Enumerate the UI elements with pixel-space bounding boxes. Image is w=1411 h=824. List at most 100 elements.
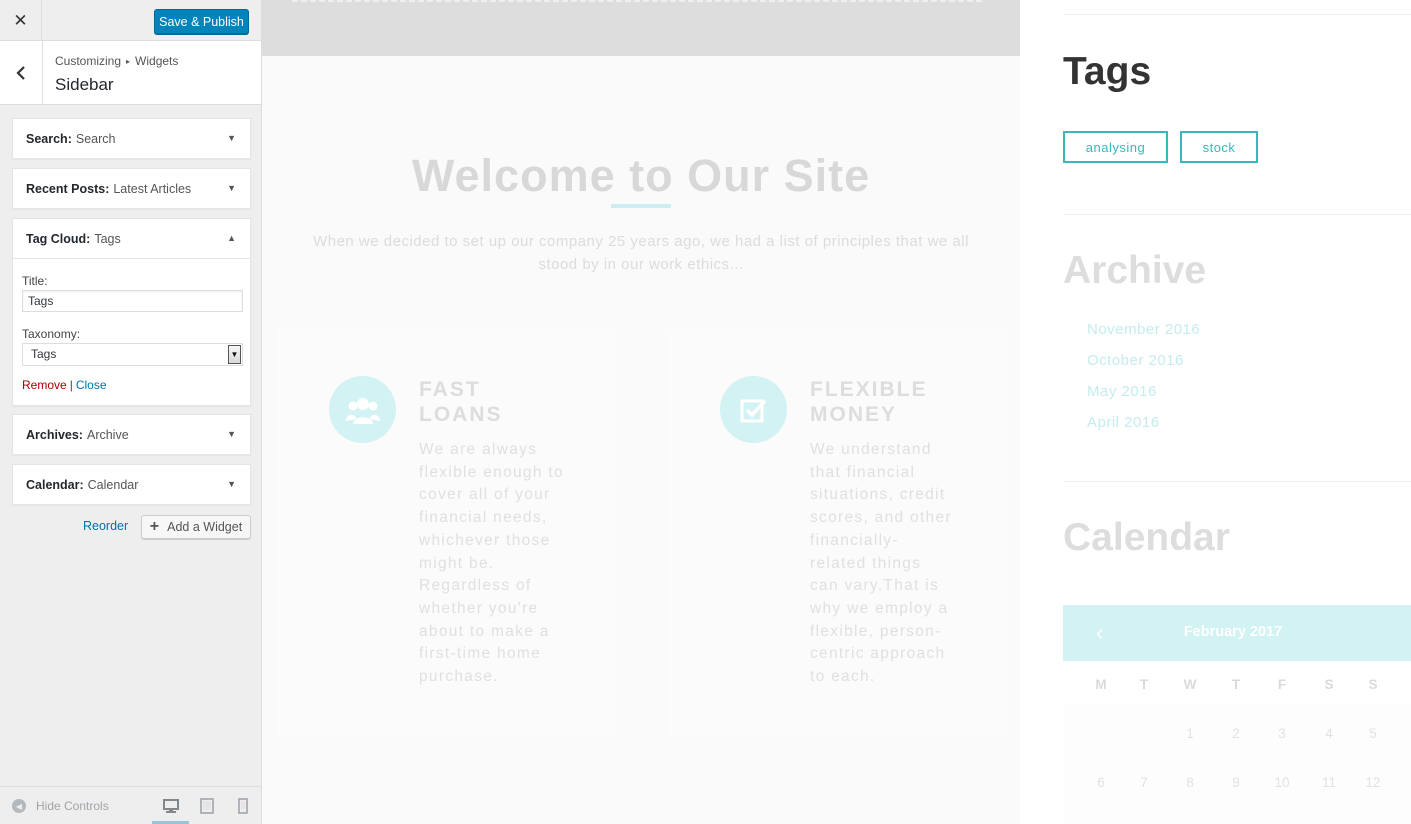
widget-tag-cloud: Tag Cloud:Tags ▲ Title: Taxonomy: Tags ▼… [12,218,251,406]
divider [1063,14,1411,15]
widget-header[interactable]: Search: Search ▼ [13,119,250,158]
close-customizer-button[interactable]: ✕ [0,0,42,41]
archive-link[interactable]: April 2016 [1087,414,1160,431]
section-title: Sidebar [55,75,114,94]
close-icon: ✕ [13,10,28,30]
feature-card: FLEXIBLE MONEY We understand that financ… [667,329,1007,736]
widget-type: Archives: [26,427,83,442]
add-widget-button[interactable]: + Add a Widget [141,515,251,539]
taxonomy-label: Taxonomy: [22,327,81,341]
divider [1063,214,1411,215]
calendar-day: 6 [1097,775,1105,790]
weekday-label: S [1324,677,1334,692]
calendar-day: 2 [1232,726,1240,741]
hero-text-fragment [292,0,982,2]
widget-search: Search: Search ▼ [12,118,251,159]
taxonomy-select[interactable]: Tags ▼ [22,343,243,366]
weekday-label: T [1139,677,1149,692]
feature-text: We are always flexible enough to cover a… [419,441,564,686]
dropdown-arrow-icon[interactable]: ▼ [228,345,241,364]
calendar-header: ‹ February 2017 [1063,605,1411,661]
widget-recent-posts: Recent Posts: Latest Articles ▼ [12,168,251,209]
chevron-left-icon [16,65,25,80]
site-preview: Welcome to Our Site When we decided to s… [262,0,1411,824]
users-icon [345,397,380,424]
archive-link[interactable]: May 2016 [1087,383,1157,400]
tag-link[interactable]: stock [1180,131,1258,163]
title-input[interactable] [22,290,243,312]
checkbox-icon [740,399,766,422]
close-link[interactable]: Close [76,378,107,392]
tag-link[interactable]: analysing [1063,131,1168,163]
plus-icon: + [149,518,160,535]
title-label: Title: [22,274,48,288]
tablet-preview-icon[interactable] [198,797,216,815]
back-button[interactable] [0,41,43,104]
archive-link[interactable]: November 2016 [1087,321,1200,338]
breadcrumb: Customizing ▸ Widgets [55,54,178,68]
widget-type: Tag Cloud: [26,231,91,246]
widget-header[interactable]: Recent Posts: Latest Articles ▼ [13,169,250,208]
widget-name: Calendar [87,477,139,492]
calendar-day: 3 [1278,726,1286,741]
widget-header[interactable]: Calendar: Calendar ▼ [13,465,250,504]
feature-title: FAST LOANS [419,378,503,426]
calendar-day: 7 [1140,775,1148,790]
customizer-panel: ✕ Save & Publish Customizing ▸ Widgets Sid… [0,0,262,824]
expand-arrow-icon[interactable]: ▼ [227,133,236,143]
hero-banner [262,0,1020,56]
expand-arrow-icon[interactable]: ▼ [227,429,236,439]
main-content: Welcome to Our Site When we decided to s… [262,56,1020,824]
title-underline [611,204,671,208]
expand-arrow-icon[interactable]: ▼ [227,183,236,193]
calendar-day: 4 [1325,726,1333,741]
widget-type: Search: [26,131,72,146]
save-publish-button[interactable]: Save & Publish [154,9,249,34]
collapse-arrow-icon[interactable]: ▲ [227,233,236,243]
widget-name: Latest Articles [113,181,192,196]
breadcrumb-separator: ▸ [126,57,131,66]
reorder-link[interactable]: Reorder [83,519,128,533]
weekday-label: W [1183,677,1197,692]
archive-widget-title: Archive [1063,249,1207,292]
hide-controls-button[interactable]: ◀ Hide Controls [12,799,109,813]
widget-header[interactable]: Tag Cloud: Tags ▲ [13,219,250,258]
calendar-day: 1 [1186,726,1194,741]
calendar-month: February 2017 [1183,624,1283,640]
divider [1063,481,1411,482]
widget-form: Title: Taxonomy: Tags ▼ Remove|Close [13,258,250,405]
calendar-body-bg [1063,705,1411,824]
calendar-day: 10 [1274,775,1290,790]
calendar-day: 9 [1232,775,1240,790]
remove-link[interactable]: Remove [22,378,67,392]
calendar-day: 5 [1369,726,1377,741]
calendar-day: 11 [1321,775,1336,790]
calendar-day: 8 [1186,775,1194,790]
expand-arrow-icon[interactable]: ▼ [227,479,236,489]
breadcrumb-item: Customizing [55,54,122,68]
welcome-title: Welcome to Our Site [411,150,871,201]
taxonomy-selected-value: Tags [31,347,57,361]
customizer-header: ✕ Save & Publish [0,0,261,41]
add-widget-label: Add a Widget [167,520,243,534]
desktop-preview-icon[interactable] [162,797,180,815]
hide-controls-label: Hide Controls [36,799,109,813]
section-header: Customizing ▸ Widgets Sidebar [0,41,261,105]
feature-icon-circle [329,376,396,443]
arrow-left-circle-icon: ◀ [12,799,26,813]
feature-title: FLEXIBLE MONEY [810,378,928,426]
mobile-preview-icon[interactable] [234,797,252,815]
tags-widget-title: Tags [1063,50,1152,93]
calendar-widget-title: Calendar [1063,516,1230,559]
archive-link[interactable]: October 2016 [1087,352,1184,369]
customizer-footer: ◀ Hide Controls [0,786,261,824]
widget-header[interactable]: Archives: Archive ▼ [13,415,250,454]
weekday-label: T [1231,677,1241,692]
widget-actions: Remove | Close [22,378,107,392]
feature-card: FAST LOANS We are always flexible enough… [276,329,616,736]
calendar-day: 12 [1365,775,1381,790]
site-sidebar: Tags analysing stock Archive November 20… [1020,0,1411,824]
widget-type: Calendar: [26,477,84,492]
weekday-label: M [1095,677,1107,692]
widget-name: Search [75,131,116,146]
